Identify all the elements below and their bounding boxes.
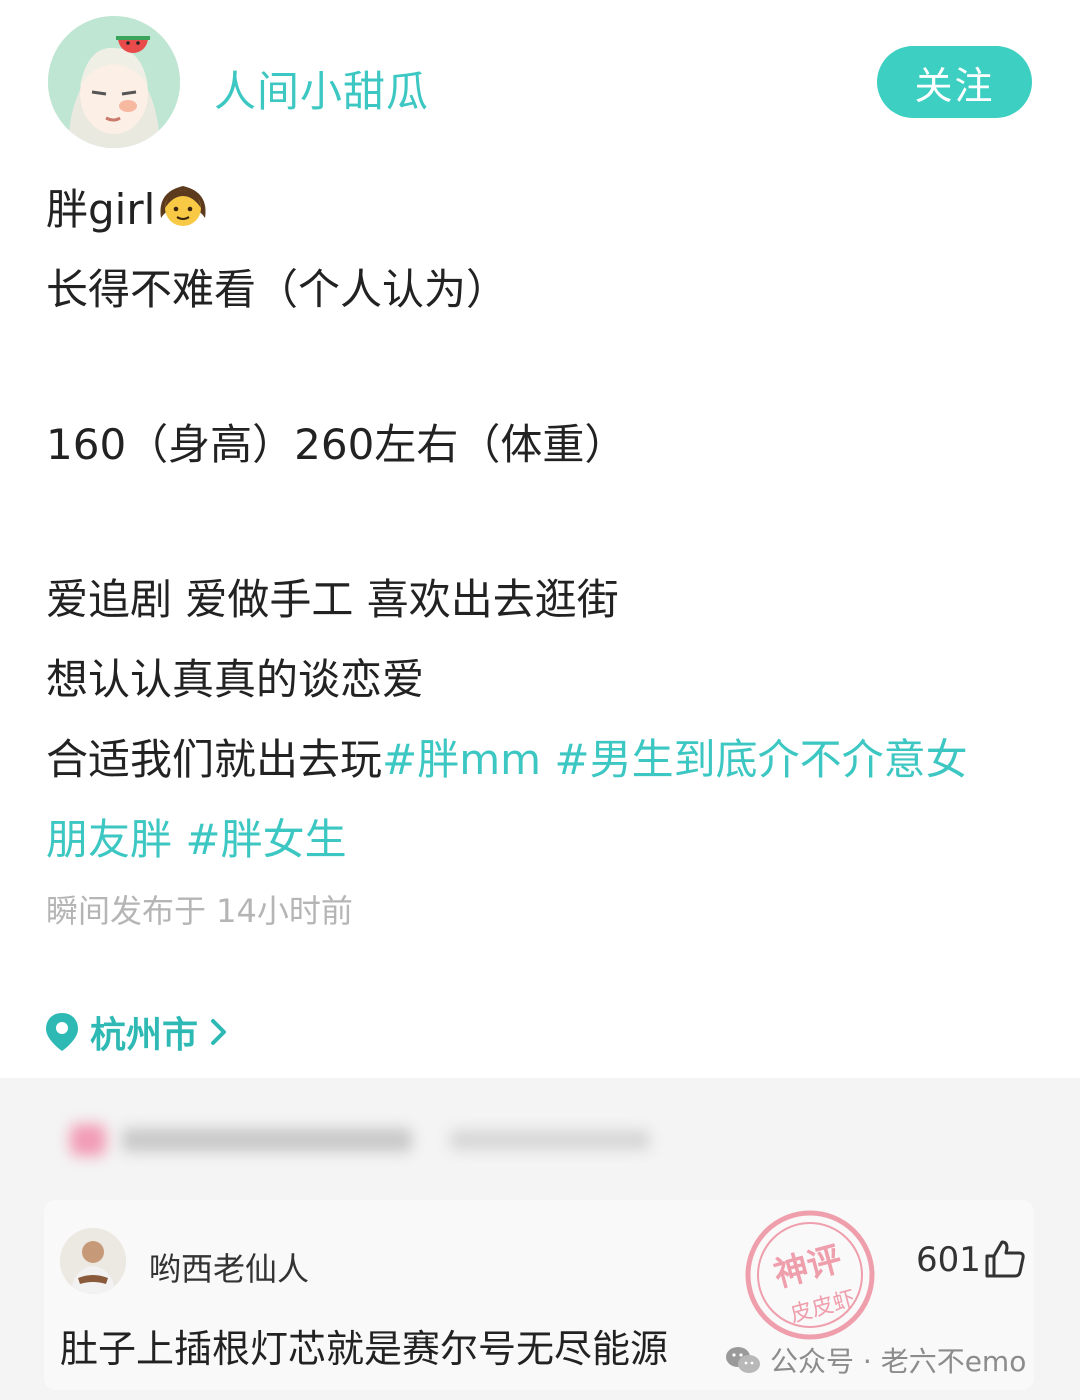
thumbs-up-icon[interactable] bbox=[984, 1238, 1026, 1280]
commenter-name[interactable]: 哟西老仙人 bbox=[149, 1244, 309, 1290]
post-author-name[interactable]: 人间小甜瓜 bbox=[214, 58, 429, 119]
hashtag-fat-girl[interactable]: #胖女生 bbox=[185, 815, 346, 864]
watermark-text: 公众号 · 老六不emo bbox=[770, 1345, 1027, 1378]
post-line-7: 朋友胖 #胖女生 bbox=[46, 800, 1046, 880]
post-line-1: 胖girl bbox=[46, 170, 1046, 250]
commenter-avatar-image bbox=[60, 1228, 126, 1294]
post-line-6: 合适我们就出去玩#胖mm #男生到底介不介意女 bbox=[46, 720, 1046, 800]
blurred-text bbox=[450, 1130, 650, 1150]
blurred-text bbox=[122, 1128, 412, 1152]
blurred-icon bbox=[70, 1124, 106, 1156]
location-name: 杭州市 bbox=[90, 1015, 199, 1056]
location-pin-icon bbox=[46, 1013, 78, 1051]
stamp-top-text: 神评 bbox=[770, 1239, 846, 1295]
comment-like-count: 601 bbox=[916, 1240, 981, 1280]
post-line-3: 160（身高）260左右（体重） bbox=[46, 420, 627, 469]
hashtag-boys-mind-cont[interactable]: 朋友胖 bbox=[46, 815, 172, 864]
post-blank-line bbox=[46, 330, 1046, 405]
post-line-2: 长得不难看（个人认为） bbox=[46, 265, 509, 314]
comment-text: 肚子上插根灯芯就是赛尔号无尽能源 bbox=[60, 1327, 669, 1371]
post-card: 人间小甜瓜 关注 胖girl 长得不难看（个人认为） 160（身高）260左右（… bbox=[0, 0, 1080, 1078]
location-link[interactable]: 杭州市 bbox=[44, 1006, 230, 1058]
commenter-avatar[interactable] bbox=[60, 1228, 126, 1294]
wechat-icon bbox=[726, 1347, 760, 1373]
post-line-5: 想认认真真的谈恋爱 bbox=[46, 655, 425, 704]
hashtag-fat-mm[interactable]: #胖mm bbox=[382, 735, 541, 784]
post-blank-line bbox=[46, 485, 1046, 560]
post-line-4: 爱追剧 爱做手工 喜欢出去逛街 bbox=[46, 575, 619, 624]
shenping-stamp: 神评 皮皮虾 bbox=[740, 1200, 890, 1350]
post-line-6-text: 合适我们就出去玩 bbox=[46, 735, 383, 784]
post-timestamp: 瞬间发布于 14小时前 bbox=[46, 892, 353, 930]
avatar-illustration bbox=[48, 16, 180, 148]
girl-emoji-icon bbox=[155, 176, 211, 256]
hashtag-boys-mind[interactable]: #男生到底介不介意女 bbox=[554, 735, 967, 784]
post-line-1-text: 胖girl bbox=[46, 185, 156, 234]
follow-button[interactable]: 关注 bbox=[877, 46, 1032, 118]
user-avatar[interactable] bbox=[48, 16, 180, 148]
blurred-row bbox=[60, 1118, 650, 1162]
post-body: 胖girl 长得不难看（个人认为） 160（身高）260左右（体重） 爱追剧 爱… bbox=[46, 170, 1046, 880]
wechat-watermark: 公众号 · 老六不emo bbox=[724, 1340, 1026, 1380]
chevron-right-icon bbox=[211, 1019, 227, 1045]
